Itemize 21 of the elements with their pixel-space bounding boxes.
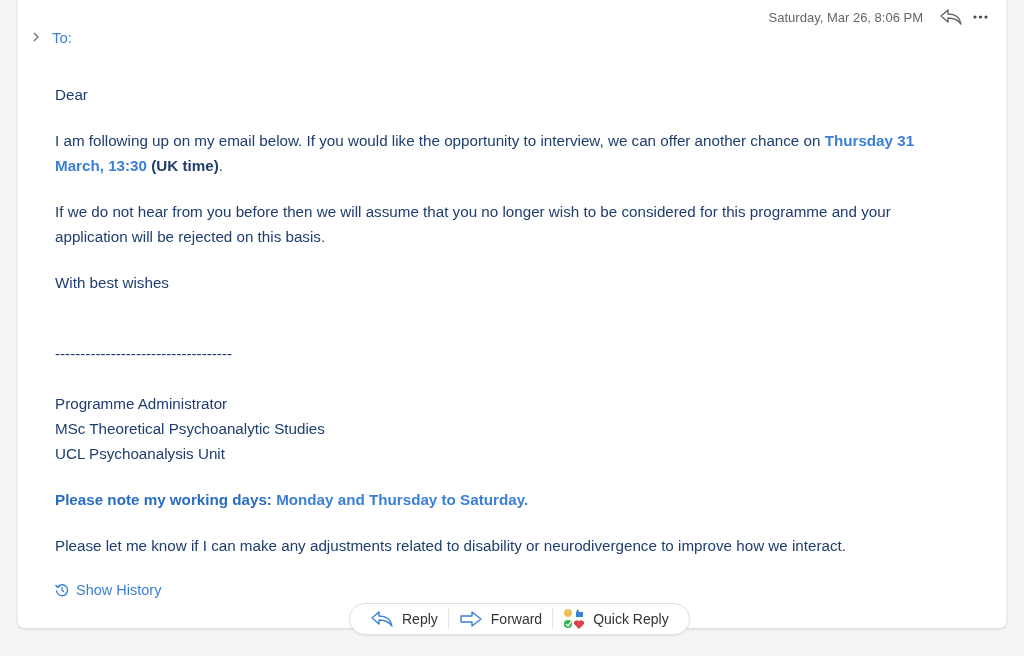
email-paragraph: If we do not hear from you before then we will assume that you no longer wish to be considered for this programme and your application will be rejected on this basis. [55,202,892,247]
email-paragraph: Please let me know if I can make any adjustments related to disability or neurodivergence to improve how we interact. [55,536,847,556]
forward-icon [458,610,483,628]
email-paragraph: Dear [55,85,89,105]
email-paragraph: With best wishes [55,273,170,293]
chevron-icon[interactable] [32,32,40,42]
history-icon [55,583,69,597]
emoji-reactions-icon [563,608,586,630]
signature: Programme Administrator MSc Theoretical Psychoanalytic Studies UCL Psychoanalysis Unit [55,394,326,464]
quick-reply-button[interactable]: Quick Reply [553,606,679,632]
forward-button[interactable]: Forward [448,606,553,632]
reply-icon[interactable] [939,8,963,26]
more-icon[interactable] [973,15,988,19]
show-history-button[interactable]: Show History [55,582,162,598]
email-paragraph: Please note my working days: Monday and Thursday to Saturday. [55,490,530,510]
email-paragraph: I am following up on my email below. If you would like the opportunity to interview, we can offer another chance on Thursday 31 March, 13:30 (UK time). [55,131,916,176]
dashed-separator-text: ----------------------------------- [55,344,233,364]
email-date: Saturday, Mar 26, 8:06 PM [768,9,923,25]
reply-button[interactable]: Reply [360,606,448,632]
to-label[interactable]: To: [52,28,72,46]
reply-icon [370,610,394,628]
